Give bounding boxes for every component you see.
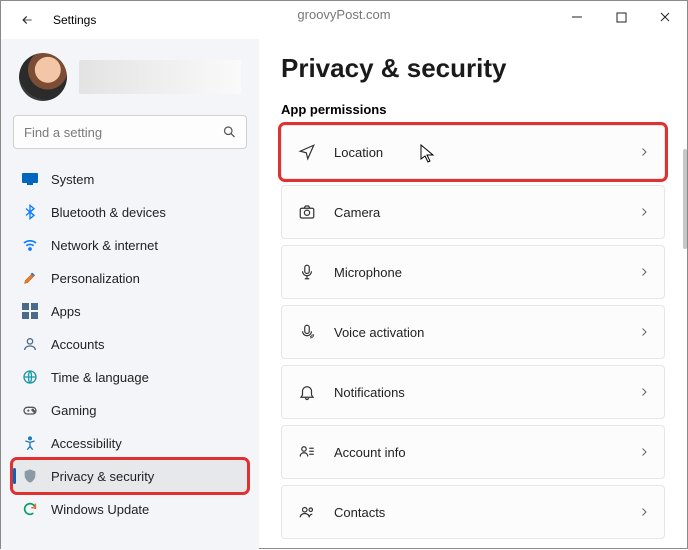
permission-card-notifications[interactable]: Notifications <box>281 365 665 419</box>
permission-card-voice-activation[interactable]: Voice activation <box>281 305 665 359</box>
close-icon <box>659 11 671 23</box>
chevron-right-icon <box>638 446 650 458</box>
watermark-text: groovyPost.com <box>297 7 390 22</box>
chevron-right-icon <box>638 326 650 338</box>
bell-icon <box>296 383 318 401</box>
sidebar-item-label: Bluetooth & devices <box>51 205 166 220</box>
back-arrow-icon-line <box>18 13 36 27</box>
sidebar-item-label: Time & language <box>51 370 149 385</box>
update-icon <box>21 500 39 518</box>
maximize-icon <box>616 12 627 23</box>
nav-list: System Bluetooth & devices Network & int… <box>13 163 247 526</box>
globe-icon <box>21 368 39 386</box>
sidebar-item-label: Network & internet <box>51 238 158 253</box>
permission-card-camera[interactable]: Camera <box>281 185 665 239</box>
search-field-wrap <box>13 115 247 149</box>
sidebar-item-apps[interactable]: Apps <box>13 295 247 327</box>
apps-icon <box>21 302 39 320</box>
chevron-right-icon <box>638 206 650 218</box>
account-info-icon <box>296 443 318 461</box>
scrollbar[interactable] <box>683 149 687 249</box>
user-name-redacted <box>79 60 241 94</box>
contacts-icon <box>296 503 318 521</box>
accounts-icon <box>21 335 39 353</box>
camera-icon <box>296 203 318 221</box>
content-area: Privacy & security App permissions Locat… <box>259 39 687 550</box>
back-button[interactable] <box>9 2 45 38</box>
sidebar-item-label: Windows Update <box>51 502 149 517</box>
close-button[interactable] <box>643 1 687 33</box>
sidebar-item-label: Gaming <box>51 403 97 418</box>
sidebar-item-accessibility[interactable]: Accessibility <box>13 427 247 459</box>
sidebar-item-accounts[interactable]: Accounts <box>13 328 247 360</box>
sidebar-item-privacy-security[interactable]: Privacy & security <box>13 460 247 492</box>
permission-label: Camera <box>334 205 638 220</box>
sidebar-item-label: Apps <box>51 304 81 319</box>
sidebar-item-network[interactable]: Network & internet <box>13 229 247 261</box>
page-title: Privacy & security <box>281 53 665 84</box>
titlebar: Settings groovyPost.com <box>1 1 687 39</box>
mouse-cursor <box>420 144 436 164</box>
sidebar-item-label: System <box>51 172 94 187</box>
sidebar-item-label: Personalization <box>51 271 140 286</box>
sidebar-item-time-language[interactable]: Time & language <box>13 361 247 393</box>
minimize-icon <box>571 11 583 23</box>
sidebar-item-windows-update[interactable]: Windows Update <box>13 493 247 525</box>
wifi-icon <box>21 236 39 254</box>
permission-label: Notifications <box>334 385 638 400</box>
permission-card-location[interactable]: Location <box>281 125 665 179</box>
permission-label: Account info <box>334 445 638 460</box>
sidebar-item-bluetooth[interactable]: Bluetooth & devices <box>13 196 247 228</box>
minimize-button[interactable] <box>555 1 599 33</box>
bluetooth-icon <box>21 203 39 221</box>
chevron-right-icon <box>638 266 650 278</box>
section-header: App permissions <box>281 102 665 117</box>
search-icon <box>222 125 237 140</box>
permission-label: Location <box>334 145 638 160</box>
search-input[interactable] <box>13 115 247 149</box>
chevron-right-icon <box>638 386 650 398</box>
voice-icon <box>296 323 318 341</box>
sidebar-item-system[interactable]: System <box>13 163 247 195</box>
maximize-button[interactable] <box>599 1 643 33</box>
sidebar-item-label: Accessibility <box>51 436 122 451</box>
permissions-list: Location Camera Microphone Voice activat… <box>281 125 665 539</box>
window-title: Settings <box>53 13 96 27</box>
permission-card-account-info[interactable]: Account info <box>281 425 665 479</box>
chevron-right-icon <box>638 506 650 518</box>
sidebar: System Bluetooth & devices Network & int… <box>1 39 259 550</box>
system-icon <box>21 170 39 188</box>
location-icon <box>296 143 318 161</box>
accessibility-icon <box>21 434 39 452</box>
chevron-right-icon <box>638 146 650 158</box>
sidebar-item-gaming[interactable]: Gaming <box>13 394 247 426</box>
permission-label: Microphone <box>334 265 638 280</box>
permission-label: Contacts <box>334 505 638 520</box>
window-controls <box>555 1 687 33</box>
sidebar-item-personalization[interactable]: Personalization <box>13 262 247 294</box>
paintbrush-icon <box>21 269 39 287</box>
avatar <box>19 53 67 101</box>
microphone-icon <box>296 263 318 281</box>
shield-icon <box>21 467 39 485</box>
sidebar-item-label: Privacy & security <box>51 469 154 484</box>
user-profile[interactable] <box>13 45 247 115</box>
sidebar-item-label: Accounts <box>51 337 104 352</box>
gaming-icon <box>21 401 39 419</box>
permission-card-microphone[interactable]: Microphone <box>281 245 665 299</box>
permission-label: Voice activation <box>334 325 638 340</box>
permission-card-contacts[interactable]: Contacts <box>281 485 665 539</box>
